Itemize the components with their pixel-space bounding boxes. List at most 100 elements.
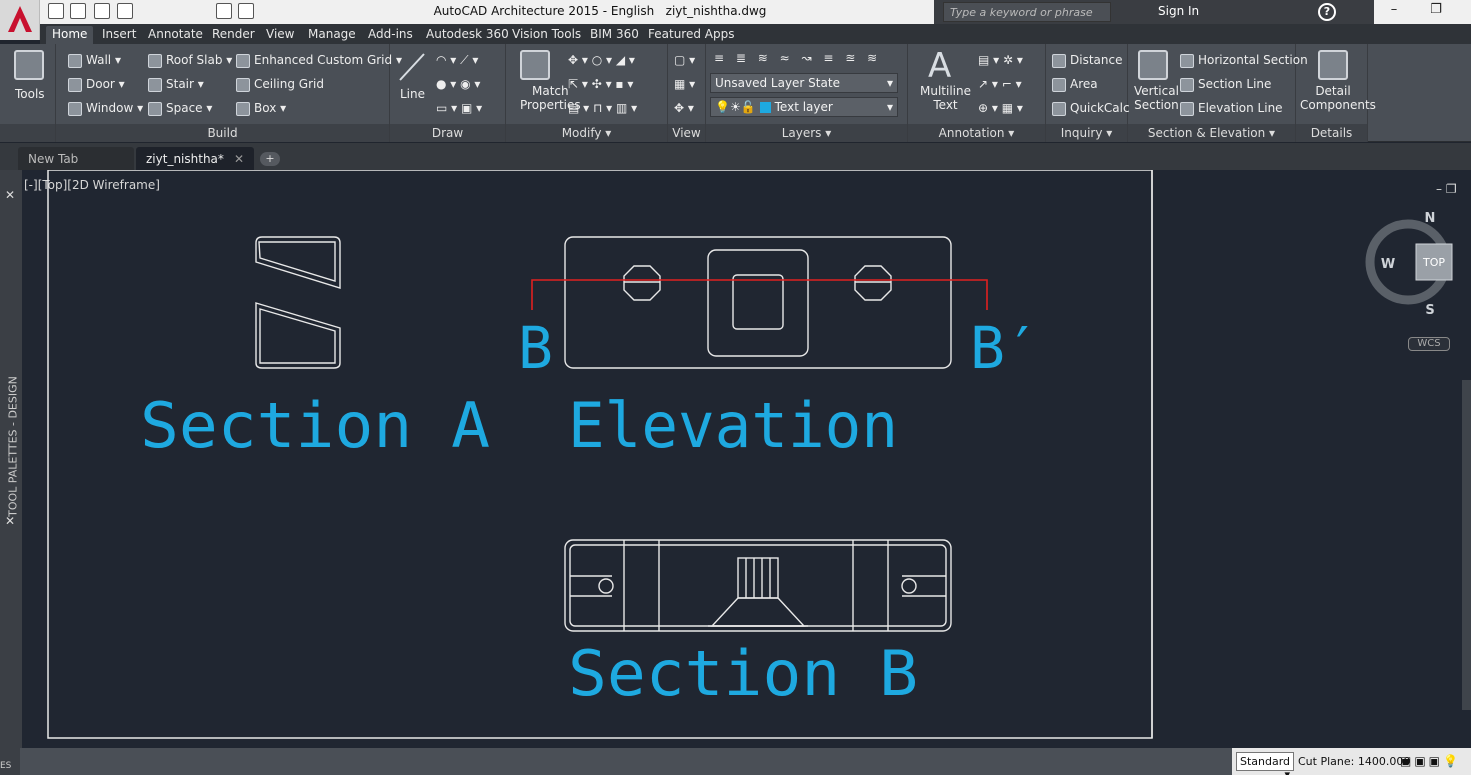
section-elevation-panel-title: Section & Elevation ▾: [1128, 124, 1295, 142]
new-tab[interactable]: New Tab: [18, 147, 134, 170]
ceiling-grid-button[interactable]: Ceiling Grid: [236, 74, 324, 94]
minimize-button[interactable]: –: [1374, 2, 1414, 22]
section-elevation-panel: Vertical Section Horizontal Section Secti…: [1128, 44, 1308, 142]
display-style-select[interactable]: Standard ▾: [1236, 752, 1294, 775]
tab-home[interactable]: Home: [46, 26, 94, 44]
close-tab-icon[interactable]: ✕: [234, 152, 244, 166]
table-button[interactable]: ⊕ ▾ ▦ ▾: [978, 98, 1023, 118]
drawing-viewport[interactable]: ✕ TOOL PALETTES - DESIGN ✕ [-][Top][2D W…: [0, 170, 1471, 748]
wall-icon: [68, 53, 82, 68]
compass-south: S: [1425, 303, 1434, 318]
search-input[interactable]: Type a keyword or phrase: [943, 2, 1111, 22]
line-icon: [399, 53, 425, 81]
tools-button[interactable]: Tools: [15, 84, 45, 104]
close-properties-icon[interactable]: ✕: [5, 514, 15, 528]
multiline-text-icon: A: [928, 46, 952, 86]
draw-panel-title: Draw: [390, 124, 505, 142]
wall-button[interactable]: Wall ▾: [68, 50, 121, 70]
layer-state-select[interactable]: Unsaved Layer State ▾: [710, 73, 898, 93]
tool-palette-strip[interactable]: ✕ TOOL PALETTES - DESIGN ✕: [0, 170, 22, 748]
compass-west: W: [1381, 257, 1395, 272]
navigation-bar[interactable]: [1462, 380, 1471, 710]
rectangle-button[interactable]: ▭ ▾ ▣ ▾: [436, 98, 482, 118]
view-tool-2[interactable]: ▦ ▾: [674, 74, 695, 94]
area-icon: [1052, 77, 1066, 92]
dimension-button[interactable]: ▤ ▾ ✲ ▾: [978, 50, 1023, 70]
status-tray-icons[interactable]: ▣▣▣💡: [1400, 754, 1461, 768]
wcs-menu[interactable]: WCS: [1408, 337, 1450, 351]
status-bar: ES Standard ▾ Cut Plane: 1400.000 ▣▣▣💡: [0, 748, 1471, 775]
section-line-button[interactable]: Section Line: [1180, 74, 1271, 94]
section-b-geometry: [564, 539, 952, 632]
detail-components-button[interactable]: Detail Components: [1300, 84, 1376, 112]
tab-render[interactable]: Render: [206, 26, 261, 44]
window-button[interactable]: Window ▾: [68, 98, 143, 118]
tab-vision-tools[interactable]: Vision Tools: [506, 26, 587, 44]
area-button[interactable]: Area: [1052, 74, 1098, 94]
details-panel-title: Details: [1296, 124, 1367, 142]
copy-button[interactable]: ⇱ ▾ ✣ ▾ ▪ ▾: [568, 74, 633, 94]
section-line-icon: [1180, 77, 1194, 92]
leader-button[interactable]: ↗ ▾ ⌐ ▾: [978, 74, 1022, 94]
layer-select[interactable]: 💡☀🔓 Text layer ▾: [710, 97, 898, 117]
tab-insert[interactable]: Insert: [96, 26, 142, 44]
cut-plane-readout[interactable]: Cut Plane: 1400.000: [1298, 755, 1410, 768]
tab-drawing[interactable]: ziyt_nishtha* ✕: [136, 147, 254, 170]
viewcube[interactable]: TOP N S W: [1365, 211, 1453, 318]
roof-slab-icon: [148, 53, 162, 68]
scale-button[interactable]: ▤ ▾ ⊓ ▾ ▥ ▾: [568, 98, 637, 118]
details-panel: Detail Components Details: [1296, 44, 1376, 142]
ribbon-tabs: Home Insert Annotate Render View Manage …: [40, 24, 1471, 44]
elevation-line-button[interactable]: Elevation Line: [1180, 98, 1283, 118]
add-tab-icon[interactable]: +: [260, 152, 280, 166]
viewcube-top-label: TOP: [1422, 256, 1445, 269]
close-palette-icon[interactable]: ✕: [5, 188, 15, 202]
layers-panel-title: Layers ▾: [706, 124, 907, 142]
view-tool-1[interactable]: ▢ ▾: [674, 50, 695, 70]
tab-annotate[interactable]: Annotate: [142, 26, 209, 44]
door-button[interactable]: Door ▾: [68, 74, 125, 94]
circle-button[interactable]: ● ▾ ◉ ▾: [436, 74, 480, 94]
tab-manage[interactable]: Manage: [302, 26, 362, 44]
application-menu-button[interactable]: [0, 0, 40, 40]
tab-add-ins[interactable]: Add-ins: [362, 26, 419, 44]
tab-bim-360[interactable]: BIM 360: [584, 26, 645, 44]
tab-view[interactable]: View: [260, 26, 300, 44]
detail-components-icon: [1318, 50, 1348, 80]
section-a-label: Section A: [140, 389, 490, 462]
viewport-minimize-icon[interactable]: – ❐: [1436, 182, 1457, 196]
title-bar: AutoCAD Architecture 2015 - English ziyt…: [0, 0, 1471, 40]
quickcalc-button[interactable]: QuickCalc: [1052, 98, 1130, 118]
line-button[interactable]: Line: [400, 84, 425, 104]
document-tabs: New Tab ziyt_nishtha* ✕ +: [0, 143, 1471, 170]
box-button[interactable]: Box ▾: [236, 98, 286, 118]
enhanced-custom-grid-button[interactable]: Enhanced Custom Grid ▾: [236, 50, 402, 70]
view-panel-title: View: [668, 124, 705, 142]
space-button[interactable]: Space ▾: [148, 98, 212, 118]
arc-button[interactable]: ◠ ▾ ⟋ ▾: [436, 50, 478, 70]
roof-slab-button[interactable]: Roof Slab ▾: [148, 50, 232, 70]
vertical-section-button[interactable]: Vertical Section: [1134, 84, 1179, 112]
window-icon: [68, 101, 82, 116]
view-tool-3[interactable]: ✥ ▾: [674, 98, 694, 118]
drawing-labels: Section A Elevation Section B B B′: [140, 314, 1040, 710]
help-icon[interactable]: ?: [1318, 3, 1336, 21]
horizontal-section-button[interactable]: Horizontal Section: [1180, 50, 1308, 70]
stair-button[interactable]: Stair ▾: [148, 74, 204, 94]
tab-featured-apps[interactable]: Featured Apps: [642, 26, 740, 44]
modify-panel: Match Properties ✥ ▾ ○ ▾ ◢ ▾ ⇱ ▾ ✣ ▾ ▪ ▾ …: [506, 44, 668, 142]
tab-autodesk-360[interactable]: Autodesk 360: [420, 26, 515, 44]
ceiling-grid-icon: [236, 77, 250, 92]
restore-button[interactable]: ❐: [1416, 2, 1456, 22]
annotation-panel-title: Annotation ▾: [908, 124, 1045, 142]
layer-tools[interactable]: ≡ ≣ ≋ ≈ ↝ ≡ ≊ ≋: [714, 48, 881, 68]
marker-b-prime-label: B′: [970, 314, 1040, 382]
sign-in-button[interactable]: Sign In: [1158, 4, 1199, 18]
multiline-text-button[interactable]: Multiline Text: [920, 84, 971, 112]
distance-button[interactable]: Distance: [1052, 50, 1122, 70]
move-button[interactable]: ✥ ▾ ○ ▾ ◢ ▾: [568, 50, 635, 70]
horizontal-section-icon: [1180, 53, 1194, 68]
calculator-icon: [1052, 101, 1066, 116]
box-icon: [236, 101, 250, 116]
build-panel-title: Build: [56, 124, 389, 142]
